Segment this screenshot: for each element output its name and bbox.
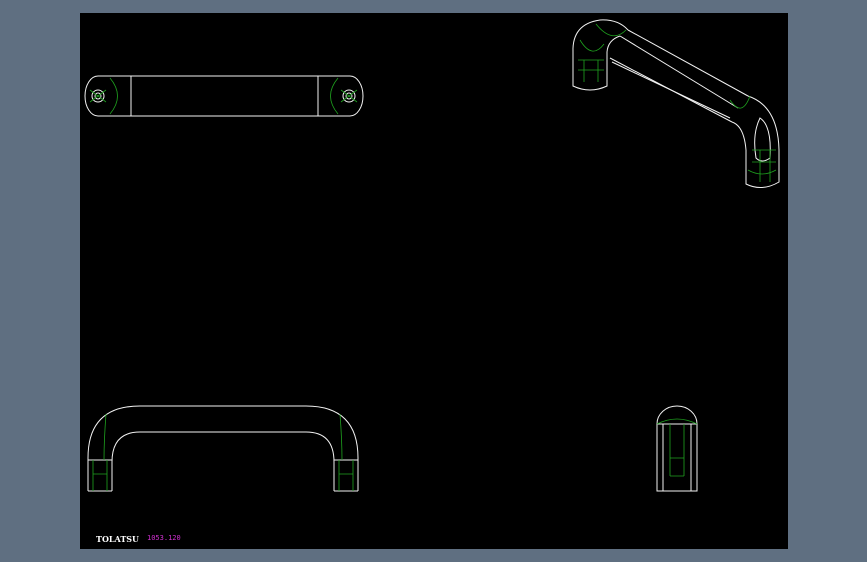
cad-drawing xyxy=(84,19,780,492)
front-view xyxy=(87,405,359,492)
side-view xyxy=(656,405,698,492)
title-block-brand: TOLATSU xyxy=(96,534,140,544)
isometric-view xyxy=(572,19,780,188)
top-view xyxy=(84,75,364,117)
title-block-code: 1053.120 xyxy=(147,534,181,542)
